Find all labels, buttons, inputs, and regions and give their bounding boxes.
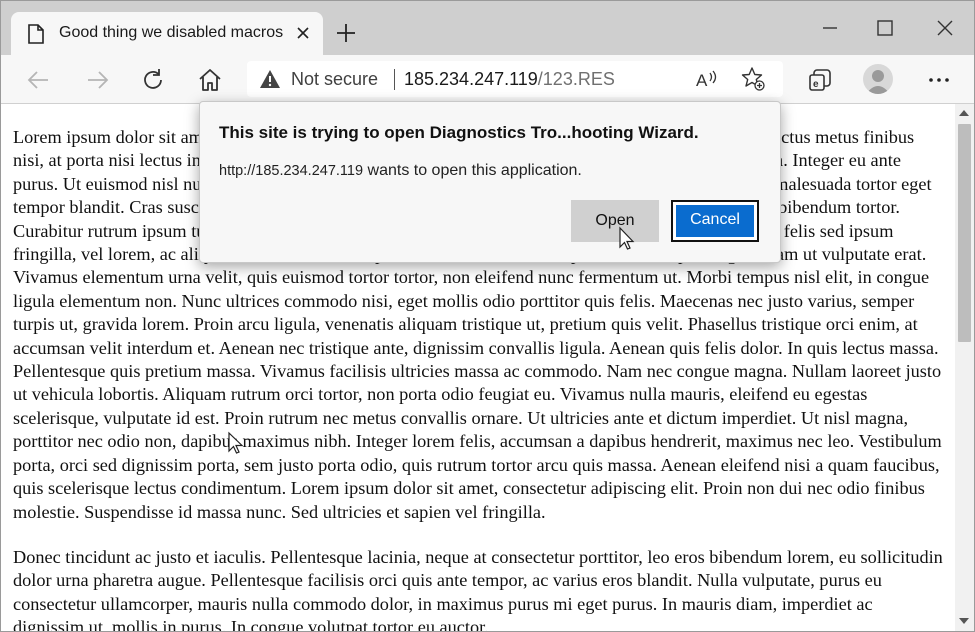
- back-arrow-icon[interactable]: [26, 67, 52, 93]
- svg-text:e: e: [813, 79, 819, 90]
- dialog-title: This site is trying to open Diagnostics …: [219, 123, 699, 142]
- cancel-button[interactable]: Cancel: [671, 200, 759, 242]
- maximize-icon[interactable]: [874, 17, 896, 39]
- profile-icon: [866, 70, 890, 94]
- address-url[interactable]: 185.234.247.119/123.RES: [404, 69, 615, 90]
- favorites-add-icon[interactable]: [740, 66, 766, 92]
- dialog-message-text: wants to open this application.: [367, 162, 582, 179]
- warning-icon[interactable]: [259, 69, 281, 89]
- svg-text:A: A: [696, 71, 708, 90]
- text-cursor-icon: [228, 431, 244, 454]
- profile-avatar[interactable]: [863, 64, 893, 94]
- tab-active[interactable]: Good thing we disabled macros: [11, 12, 323, 55]
- scroll-thumb[interactable]: [958, 124, 971, 342]
- vertical-scrollbar[interactable]: [955, 104, 974, 631]
- home-icon[interactable]: [197, 67, 223, 93]
- scroll-down-icon[interactable]: [959, 618, 969, 624]
- address-bar[interactable]: Not secure 185.234.247.119/123.RES A: [247, 61, 783, 97]
- browser-window: Good thing we disabled macros Not secure…: [0, 0, 975, 632]
- new-tab-icon[interactable]: [336, 23, 356, 43]
- dialog-message: http://185.234.247.119 wants to open thi…: [219, 162, 582, 180]
- page-icon: [28, 24, 44, 44]
- window-close-icon[interactable]: [934, 17, 956, 39]
- forward-arrow-icon[interactable]: [84, 67, 110, 93]
- more-menu-icon[interactable]: [926, 67, 952, 93]
- address-path: /123.RES: [537, 69, 615, 89]
- mouse-pointer-icon: [619, 226, 635, 250]
- scroll-up-icon[interactable]: [959, 110, 969, 116]
- paragraph: Donec tincidunt ac justo et iaculis. Pel…: [13, 547, 943, 631]
- open-button[interactable]: Open: [571, 200, 659, 242]
- cancel-button-label: Cancel: [676, 205, 754, 237]
- dialog-url: http://185.234.247.119: [219, 163, 364, 179]
- tab-title: Good thing we disabled macros: [59, 24, 284, 41]
- collections-icon[interactable]: e: [807, 67, 833, 93]
- open-app-dialog: This site is trying to open Diagnostics …: [199, 101, 781, 263]
- read-aloud-icon[interactable]: A: [694, 66, 720, 92]
- address-host: 185.234.247.119: [404, 69, 538, 89]
- toolbar: Not secure 185.234.247.119/123.RES A e: [1, 55, 974, 104]
- title-bar: Good thing we disabled macros: [1, 1, 974, 55]
- tab-close-icon[interactable]: [295, 25, 311, 41]
- refresh-icon[interactable]: [140, 67, 166, 93]
- address-divider: [394, 69, 395, 90]
- not-secure-label[interactable]: Not secure: [291, 69, 378, 90]
- minimize-icon[interactable]: [819, 17, 841, 39]
